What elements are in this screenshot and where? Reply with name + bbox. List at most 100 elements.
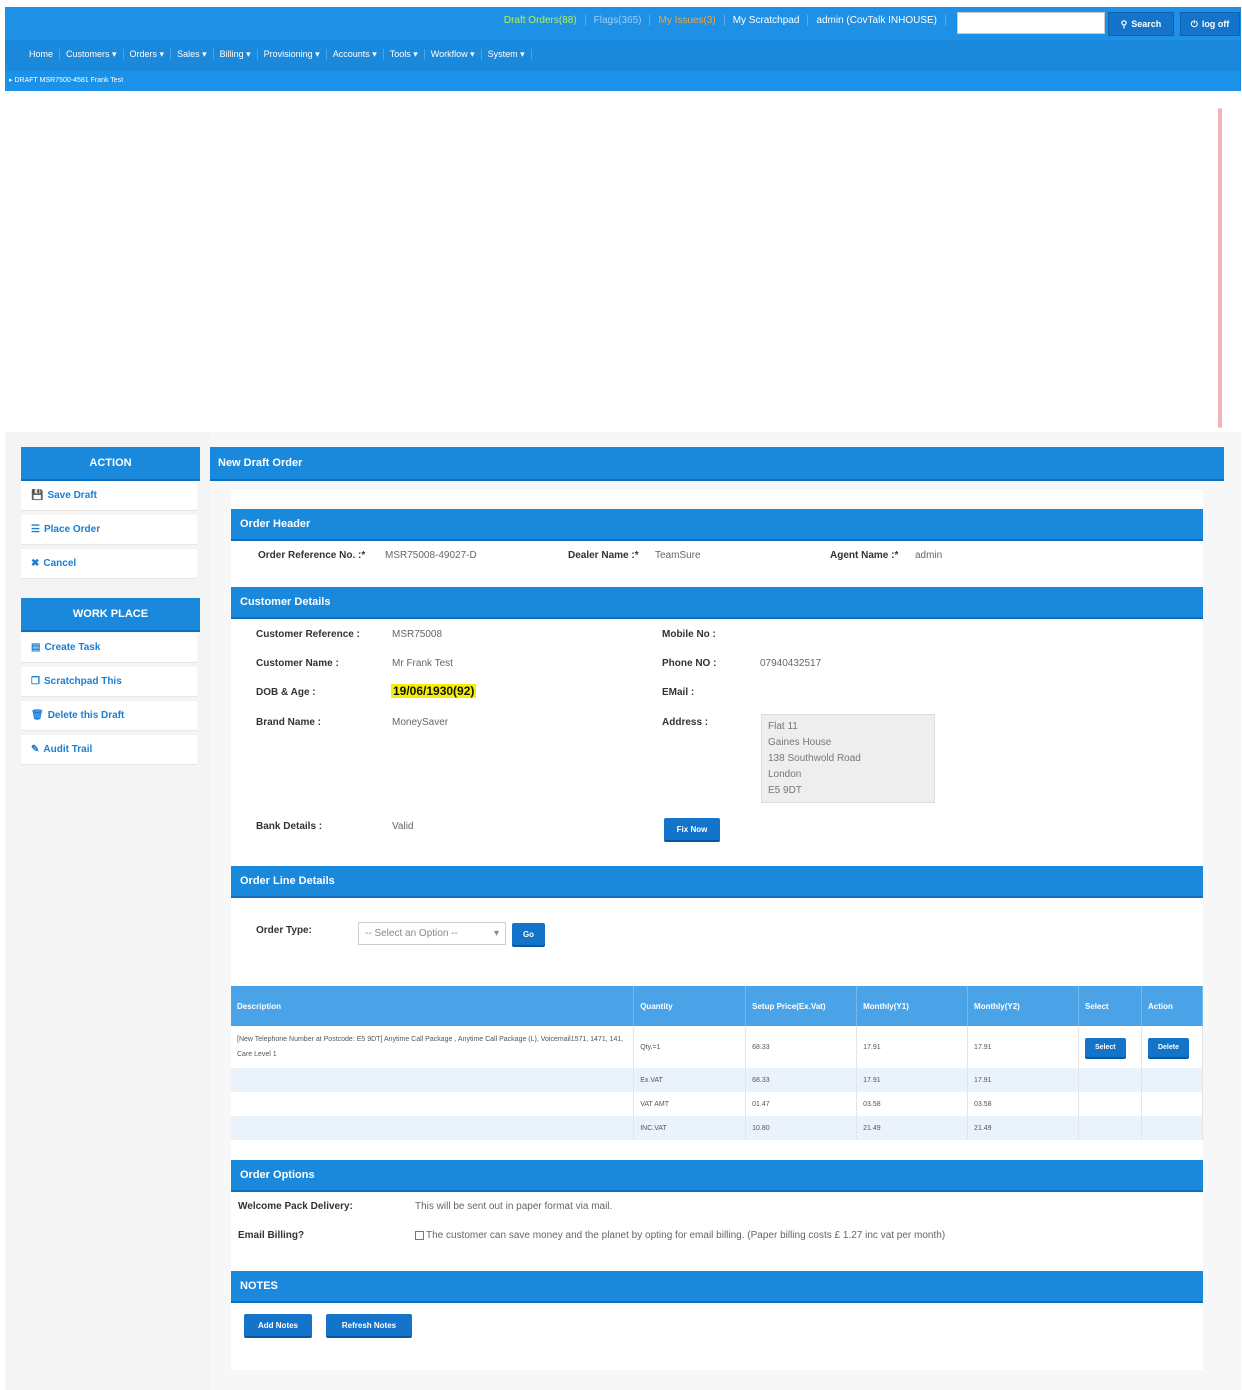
scrollbar[interactable] bbox=[1218, 108, 1222, 428]
phone-value: 07940432517 bbox=[760, 658, 822, 669]
scratchpad-this-button[interactable]: ❐ Scratchpad This bbox=[21, 667, 197, 697]
close-icon: ✖ bbox=[31, 558, 40, 569]
order-header-heading: Order Header bbox=[231, 509, 1203, 539]
welcome-pack-value: This will be sent out in paper format vi… bbox=[415, 1201, 613, 1212]
order-type-label: Order Type: bbox=[256, 925, 312, 936]
menu-home[interactable]: Home bbox=[23, 49, 61, 60]
table-cell bbox=[1078, 1092, 1142, 1116]
table-cell: 03.58 bbox=[967, 1092, 1079, 1116]
menu-billing[interactable]: Billing ▾ bbox=[214, 49, 258, 60]
notes-heading: NOTES bbox=[231, 1271, 1203, 1301]
my-issues-link[interactable]: My Issues(3) bbox=[650, 15, 725, 26]
fix-now-button[interactable]: Fix Now bbox=[664, 818, 720, 840]
table-cell bbox=[1141, 1068, 1204, 1092]
column-header: Description bbox=[231, 986, 635, 1026]
table-cell: 68.33 bbox=[745, 1026, 858, 1068]
table-cell: Select bbox=[1078, 1026, 1142, 1068]
table-cell: Qty.=1 bbox=[633, 1026, 747, 1068]
breadcrumb-row: ▸ DRAFT MSR7500-4581 Frank Test bbox=[5, 71, 1241, 91]
menu-customers[interactable]: Customers ▾ bbox=[60, 49, 124, 60]
customer-ref-value: MSR75008 bbox=[392, 629, 443, 640]
table-cell bbox=[1078, 1068, 1142, 1092]
address-line: London bbox=[768, 769, 802, 780]
order-line-heading: Order Line Details bbox=[231, 866, 1203, 896]
menu-provisioning[interactable]: Provisioning ▾ bbox=[258, 49, 327, 60]
draft-orders-link[interactable]: Draft Orders(88) bbox=[496, 15, 586, 26]
table-cell bbox=[231, 1116, 635, 1140]
table-cell: 01.47 bbox=[745, 1092, 858, 1116]
welcome-pack-label: Welcome Pack Delivery: bbox=[238, 1201, 353, 1212]
top-links: Draft Orders(88) Flags(365) My Issues(3)… bbox=[496, 15, 946, 26]
copy-icon: ❐ bbox=[31, 676, 40, 687]
mobile-label: Mobile No : bbox=[662, 629, 716, 640]
select-button[interactable]: Select bbox=[1085, 1037, 1126, 1057]
menu-orders[interactable]: Orders ▾ bbox=[124, 49, 172, 60]
save-draft-button[interactable]: 💾 Save Draft bbox=[21, 481, 197, 511]
customer-ref-label: Customer Reference : bbox=[256, 629, 360, 640]
page-title: New Draft Order bbox=[210, 447, 1224, 479]
flags-link[interactable]: Flags(365) bbox=[586, 15, 651, 26]
address-line: Gaines House bbox=[768, 737, 832, 748]
table-cell: 68.33 bbox=[745, 1068, 858, 1092]
menu-accounts[interactable]: Accounts ▾ bbox=[327, 49, 384, 60]
refresh-notes-button[interactable]: Refresh Notes bbox=[326, 1314, 412, 1336]
address-line: 138 Southwold Road bbox=[768, 753, 861, 764]
table-cell: Delete bbox=[1141, 1026, 1204, 1068]
my-scratchpad-link[interactable]: My Scratchpad bbox=[725, 15, 809, 26]
table-cell: VAT AMT bbox=[633, 1092, 747, 1116]
agent-name-label: Agent Name :* bbox=[830, 550, 899, 561]
main-menu: Home Customers ▾ Orders ▾ Sales ▾ Billin… bbox=[23, 49, 532, 60]
bank-details-label: Bank Details : bbox=[256, 821, 323, 832]
table-cell: 10.80 bbox=[745, 1116, 858, 1140]
table-cell: 17.91 bbox=[967, 1068, 1079, 1092]
edit-icon: ✎ bbox=[31, 744, 40, 755]
table-cell: 03.58 bbox=[856, 1092, 969, 1116]
email-billing-option[interactable]: The customer can save money and the plan… bbox=[415, 1230, 945, 1241]
top-navigation-bar: Draft Orders(88) Flags(365) My Issues(3)… bbox=[5, 7, 1241, 91]
table-cell: 17.91 bbox=[967, 1026, 1079, 1068]
search-button[interactable]: ⚲ Search bbox=[1108, 12, 1174, 36]
order-type-select[interactable]: -- Select an Option -- ▾ bbox=[358, 922, 506, 945]
customer-details-heading: Customer Details bbox=[231, 587, 1203, 617]
menu-system[interactable]: System ▾ bbox=[482, 49, 532, 60]
trash-icon: 🗑 bbox=[31, 710, 44, 721]
customer-name-value: Mr Frank Test bbox=[392, 658, 453, 669]
table-cell: 21.49 bbox=[967, 1116, 1079, 1140]
logoff-button[interactable]: ⏻ log off bbox=[1180, 12, 1240, 36]
task-icon: ▤ bbox=[31, 642, 41, 653]
menu-tools[interactable]: Tools ▾ bbox=[384, 49, 425, 60]
search-input[interactable] bbox=[957, 12, 1105, 34]
email-billing-checkbox[interactable] bbox=[415, 1230, 424, 1240]
audit-trail-button[interactable]: ✎ Audit Trail bbox=[21, 735, 197, 765]
table-row: [New Telephone Number at Postcode: E5 9D… bbox=[231, 1026, 1204, 1068]
breadcrumb[interactable]: ▸ DRAFT MSR7500-4581 Frank Test bbox=[9, 76, 123, 84]
search-icon: ⚲ bbox=[1120, 18, 1128, 29]
top-links-row: Draft Orders(88) Flags(365) My Issues(3)… bbox=[5, 7, 1241, 40]
go-button[interactable]: Go bbox=[512, 923, 545, 945]
column-header: Action bbox=[1141, 986, 1204, 1026]
phone-label: Phone NO : bbox=[662, 658, 717, 669]
dob-value: 19/06/1930(92) bbox=[391, 684, 477, 698]
email-label: EMail : bbox=[662, 687, 695, 698]
email-billing-label: Email Billing? bbox=[238, 1230, 305, 1241]
menu-sales[interactable]: Sales ▾ bbox=[171, 49, 214, 60]
column-header: Quantity bbox=[633, 986, 747, 1026]
table-cell bbox=[1141, 1116, 1204, 1140]
table-row: Ex.VAT 68.33 17.91 17.91 bbox=[231, 1068, 1204, 1092]
user-account-link[interactable]: admin (CovTalk INHOUSE) bbox=[808, 15, 946, 26]
table-cell bbox=[231, 1092, 635, 1116]
place-order-button[interactable]: ☰ Place Order bbox=[21, 515, 197, 545]
table-cell: 21.49 bbox=[856, 1116, 969, 1140]
add-notes-button[interactable]: Add Notes bbox=[244, 1314, 312, 1336]
address-line: E5 9DT bbox=[768, 785, 802, 796]
column-header: Setup Price(Ex.Vat) bbox=[745, 986, 858, 1026]
delete-button[interactable]: Delete bbox=[1147, 1037, 1189, 1057]
delete-draft-button[interactable]: 🗑 Delete this Draft bbox=[21, 701, 197, 731]
cancel-button[interactable]: ✖ Cancel bbox=[21, 549, 197, 579]
menu-workflow[interactable]: Workflow ▾ bbox=[425, 49, 482, 60]
brand-name-label: Brand Name : bbox=[256, 717, 322, 728]
create-task-button[interactable]: ▤ Create Task bbox=[21, 633, 197, 663]
action-heading: ACTION bbox=[21, 447, 200, 479]
workplace-heading: WORK PLACE bbox=[21, 598, 200, 630]
table-cell: 17.91 bbox=[856, 1068, 969, 1092]
